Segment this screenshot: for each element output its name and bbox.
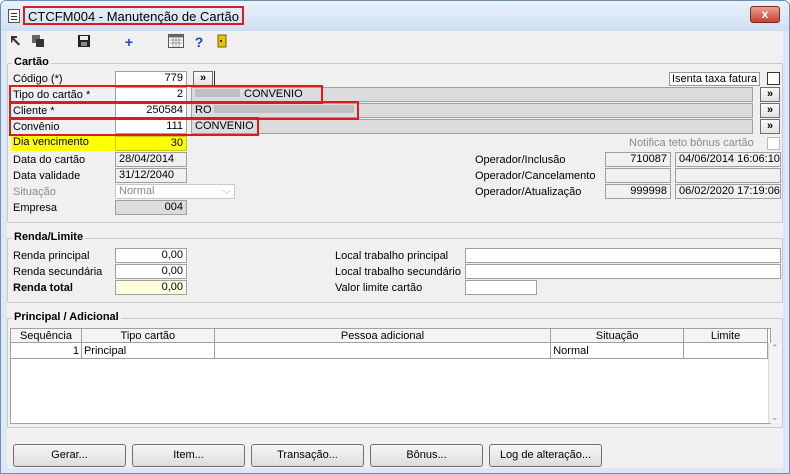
op-inclusao-field: 710087 (605, 152, 671, 167)
convenio-lookup-button[interactable]: » (760, 119, 780, 134)
blurred-text (195, 89, 240, 97)
situacao-select-value: Normal (119, 185, 155, 197)
renda-principal-field[interactable]: 0,00 (115, 248, 187, 263)
data-cartao-field: 28/04/2014 (115, 152, 187, 167)
op-cancelamento-field (605, 168, 671, 183)
chevron-down-icon: ⌵ (222, 185, 231, 197)
tipo-lookup-button[interactable]: » (760, 87, 780, 102)
op-atualizacao-date: 06/02/2020 17:19:06 (675, 184, 781, 199)
op-inclusao-label: Operador/Inclusão (475, 154, 566, 166)
renda-secundaria-label: Renda secundária (13, 266, 103, 278)
cell-sequencia[interactable]: 1 (10, 342, 82, 359)
op-inclusao-date: 04/06/2014 16:06:10 (675, 152, 781, 167)
empresa-field: 004 (115, 200, 187, 215)
cursor-divider (214, 71, 215, 86)
window-title: CTCFM004 - Manutenção de Cartão (23, 6, 244, 25)
scroll-up-icon[interactable]: ⌃ (771, 343, 779, 354)
document-icon (8, 9, 20, 23)
cell-situacao[interactable]: Normal (550, 342, 685, 359)
isenta-label: Isenta taxa fatura (669, 72, 760, 86)
help-icon[interactable]: ? (190, 34, 208, 50)
op-cancelamento-label: Operador/Cancelamento (475, 170, 596, 182)
notifica-label: Notifica teto bônus cartão (629, 137, 754, 149)
valor-limite-field[interactable] (465, 280, 537, 295)
transacao-button[interactable]: Transação... (251, 444, 364, 467)
tipo-description: CONVENIO (191, 87, 753, 102)
cell-pessoa[interactable] (213, 342, 552, 359)
convenio-description: CONVENIO (191, 119, 753, 134)
tipo-label: Tipo do cartão * (13, 89, 91, 101)
renda-secundaria-field[interactable]: 0,00 (115, 264, 187, 279)
cell-tipo[interactable]: Principal (80, 342, 215, 359)
toolbar: + ? (7, 31, 783, 53)
table-row[interactable]: 1 Principal Normal (10, 342, 768, 359)
table-header-row: Sequência Tipo cartão Pessoa adicional S… (10, 328, 768, 343)
export-icon[interactable] (7, 34, 25, 50)
isenta-checkbox[interactable] (767, 72, 780, 85)
notifica-checkbox[interactable] (767, 137, 780, 150)
local-secundario-field[interactable] (465, 264, 781, 279)
cliente-field[interactable]: 250584 (115, 103, 187, 118)
copy-icon[interactable] (29, 34, 47, 50)
cell-limite[interactable] (683, 342, 768, 359)
codigo-label: Código (*) (13, 73, 63, 85)
situacao-select[interactable]: Normal ⌵ (115, 184, 235, 199)
cliente-lookup-button[interactable]: » (760, 103, 780, 118)
cliente-description: RO (191, 103, 753, 118)
op-atualizacao-field: 999998 (605, 184, 671, 199)
vertical-scrollbar[interactable]: ⌃ ⌄ (768, 343, 782, 423)
convenio-field[interactable]: 111 (115, 119, 187, 134)
item-button[interactable]: Item... (132, 444, 245, 467)
convenio-label: Convênio (13, 121, 60, 133)
col-sequencia[interactable]: Sequência (10, 328, 82, 343)
cartao-group-title: Cartão (12, 56, 51, 68)
empresa-label: Empresa (13, 202, 58, 214)
valor-limite-label: Valor limite cartão (335, 282, 423, 294)
data-cartao-label: Data do cartão (13, 154, 86, 166)
data-validade-field: 31/12/2040 (115, 168, 187, 183)
gerar-button[interactable]: Gerar... (13, 444, 126, 467)
local-secundario-label: Local trabalho secundário (335, 266, 461, 278)
exit-door-icon[interactable] (213, 34, 231, 50)
col-pessoa-adicional[interactable]: Pessoa adicional (213, 328, 552, 343)
adicional-group-title: Principal / Adicional (12, 311, 121, 323)
blurred-text (213, 105, 354, 113)
tipo-field[interactable]: 2 (115, 87, 187, 102)
cliente-label: Cliente * (13, 105, 55, 117)
client-area: + ? Cartão Código (*) 779 » Isenta taxa … (7, 31, 783, 468)
cliente-desc-text: RO (195, 104, 212, 116)
local-principal-field[interactable] (465, 248, 781, 263)
col-tipo-cartao[interactable]: Tipo cartão (80, 328, 215, 343)
dia-vencimento-field[interactable]: 30 (115, 136, 187, 151)
add-icon[interactable]: + (120, 34, 138, 50)
calendar-icon[interactable] (167, 34, 185, 50)
renda-total-label: Renda total (13, 282, 73, 294)
situacao-label: Situação (13, 186, 56, 198)
tipo-desc-text: CONVENIO (244, 88, 303, 100)
col-situacao[interactable]: Situação (550, 328, 685, 343)
renda-principal-label: Renda principal (13, 250, 90, 262)
codigo-lookup-button[interactable]: » (193, 71, 213, 86)
data-validade-label: Data validade (13, 170, 81, 182)
op-atualizacao-label: Operador/Atualização (475, 186, 582, 198)
title-bar: CTCFM004 - Manutenção de Cartão x (1, 1, 789, 31)
codigo-field[interactable]: 779 (115, 71, 187, 86)
adicional-table: Sequência Tipo cartão Pessoa adicional S… (10, 328, 768, 359)
local-principal-label: Local trabalho principal (335, 250, 449, 262)
renda-total-field: 0,00 (115, 280, 187, 295)
save-icon[interactable] (75, 34, 93, 50)
col-limite[interactable]: Limite (683, 328, 768, 343)
main-window: CTCFM004 - Manutenção de Cartão x + ? Ca… (0, 0, 790, 474)
op-cancelamento-date (675, 168, 781, 183)
close-button[interactable]: x (750, 6, 780, 23)
scroll-down-icon[interactable]: ⌄ (771, 412, 779, 423)
renda-group-title: Renda/Limite (12, 231, 86, 243)
bonus-button[interactable]: Bônus... (370, 444, 483, 467)
log-alteracao-button[interactable]: Log de alteração... (489, 444, 602, 467)
